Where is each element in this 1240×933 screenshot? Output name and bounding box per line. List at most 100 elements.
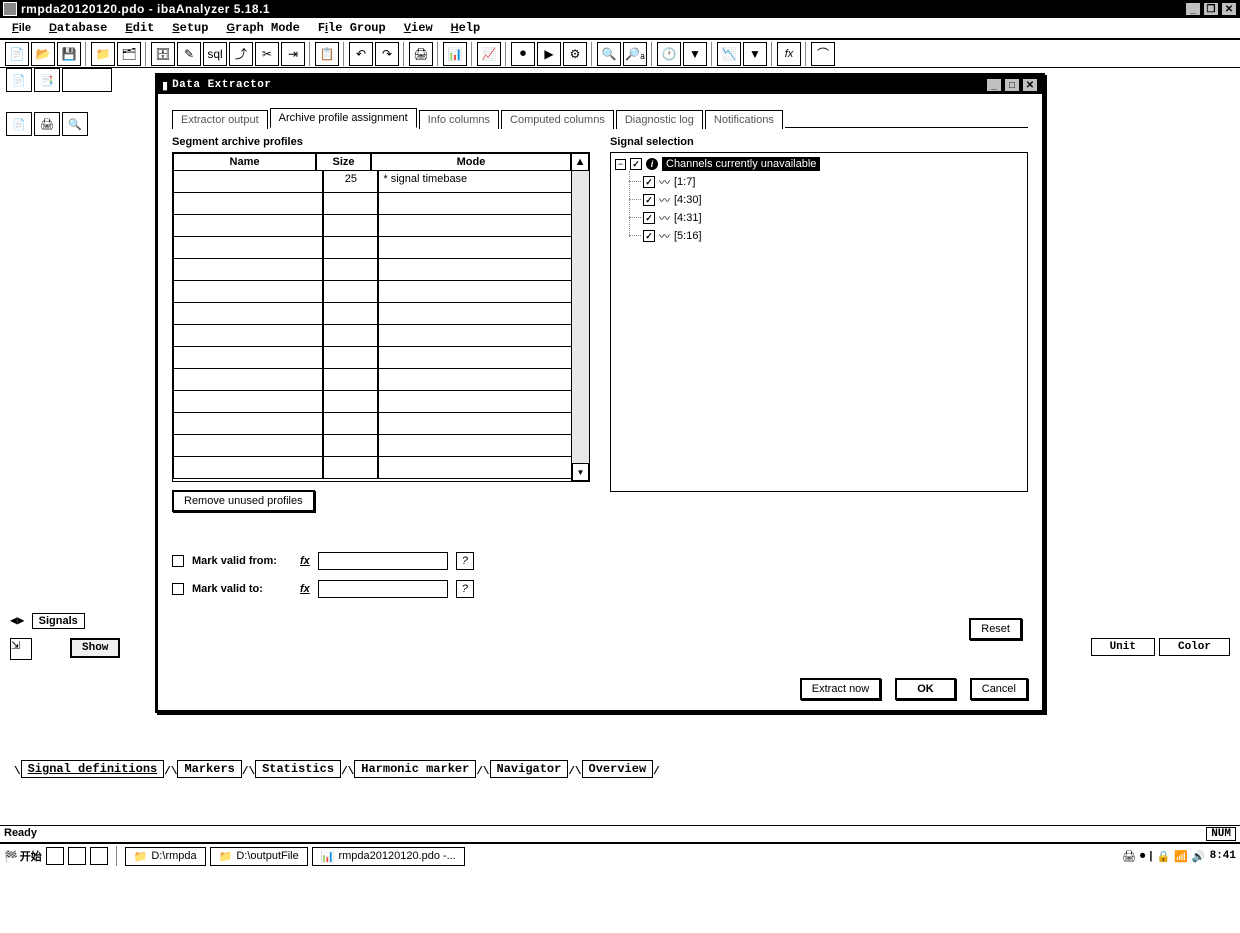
tab-diagnostic-log[interactable]: Diagnostic log	[616, 110, 703, 129]
play-icon[interactable]: ▶	[537, 42, 561, 66]
dialog-maximize-button[interactable]: □	[1004, 78, 1020, 92]
tray-icon-4[interactable]: 📶	[1174, 850, 1188, 863]
folder-db-icon[interactable]: 🗂	[117, 42, 141, 66]
table-row[interactable]	[173, 347, 589, 369]
signals-tab[interactable]: Signals	[32, 613, 85, 629]
table-body[interactable]: 25 * signal timebase ▼	[173, 171, 589, 481]
tab-archive-profile[interactable]: Archive profile assignment	[270, 108, 417, 128]
tab-navigator[interactable]: Navigator	[490, 760, 569, 778]
maximize-button[interactable]: ❐	[1203, 2, 1219, 16]
mark-from-checkbox[interactable]	[172, 555, 184, 567]
undo-icon[interactable]: ↶	[349, 42, 373, 66]
taskbar-task-2[interactable]: 📁 D:\outputFile	[210, 847, 308, 866]
db-icon[interactable]: 🗄	[151, 42, 175, 66]
config-icon[interactable]: ⚙	[563, 42, 587, 66]
edit-db-icon[interactable]: ✎	[177, 42, 201, 66]
tree-root[interactable]: − i Channels currently unavailable	[615, 157, 1023, 171]
save-icon[interactable]: 💾	[57, 42, 81, 66]
menu-graph-mode[interactable]: Graph Mode	[218, 19, 307, 37]
tab-statistics[interactable]: Statistics	[255, 760, 341, 778]
quick-launch-2[interactable]	[68, 847, 86, 865]
tree-item[interactable]: 〰[1:7]	[643, 173, 1023, 191]
scrollbar[interactable]: ▼	[571, 171, 589, 481]
cancel-button[interactable]: Cancel	[970, 678, 1028, 700]
side-field-1[interactable]	[62, 68, 112, 92]
tray-icon-2[interactable]: ⏺	[1140, 850, 1146, 863]
side-btn-1[interactable]: 📄	[6, 68, 32, 92]
tab-harmonic-marker[interactable]: Harmonic marker	[354, 760, 476, 778]
merge-icon[interactable]: ⇥	[281, 42, 305, 66]
table-row[interactable]	[173, 413, 589, 435]
tab-extractor-output[interactable]: Extractor output	[172, 110, 268, 129]
help-to-button[interactable]: ?	[456, 580, 474, 598]
table-row[interactable]	[173, 193, 589, 215]
menu-help[interactable]: Help	[443, 19, 489, 37]
fx-icon[interactable]: fx	[300, 583, 310, 595]
dialog-close-button[interactable]: ✕	[1022, 78, 1038, 92]
table-row[interactable]	[173, 457, 589, 479]
col-name[interactable]: Name	[173, 153, 316, 171]
curve-icon[interactable]: ⌒	[811, 42, 835, 66]
tab-markers[interactable]: Markers	[177, 760, 241, 778]
menu-setup[interactable]: Setup	[164, 19, 216, 37]
tree-root-label[interactable]: Channels currently unavailable	[662, 157, 820, 171]
fx-icon[interactable]: fx	[777, 42, 801, 66]
graph-icon[interactable]: 📉	[717, 42, 741, 66]
side-btn-2[interactable]: 📑	[34, 68, 60, 92]
tree-item-checkbox[interactable]	[643, 230, 655, 242]
table-row[interactable]	[173, 435, 589, 457]
search-icon[interactable]: 🔍	[597, 42, 621, 66]
dialog-title-bar[interactable]: ▮ Data Extractor _ □ ✕	[158, 76, 1042, 94]
side-btn-4[interactable]: 🖨	[34, 112, 60, 136]
cut-icon[interactable]: ✂	[255, 42, 279, 66]
mark-from-input[interactable]	[318, 552, 448, 570]
tree-item-checkbox[interactable]	[643, 212, 655, 224]
menu-view[interactable]: View	[396, 19, 441, 37]
scroll-down-button[interactable]: ▼	[572, 463, 589, 481]
tab-computed-columns[interactable]: Computed columns	[501, 110, 614, 129]
folder-open-icon[interactable]: 📁	[91, 42, 115, 66]
print-icon[interactable]: 🖨	[409, 42, 433, 66]
minimize-button[interactable]: _	[1185, 2, 1201, 16]
search-all-icon[interactable]: 🔎ₐ	[623, 42, 647, 66]
table-row[interactable]: 25 * signal timebase	[173, 171, 589, 193]
close-button[interactable]: ✕	[1221, 2, 1237, 16]
tree-collapse-icon[interactable]: −	[615, 159, 626, 170]
fx-icon[interactable]: fx	[300, 555, 310, 567]
show-button[interactable]: Show	[70, 638, 120, 658]
tree-item-checkbox[interactable]	[643, 194, 655, 206]
taskbar-task-1[interactable]: 📁 D:\rmpda	[125, 847, 206, 866]
export-icon[interactable]: ⤴	[229, 42, 253, 66]
tree-item[interactable]: 〰[4:30]	[643, 191, 1023, 209]
mark-to-checkbox[interactable]	[172, 583, 184, 595]
down-icon[interactable]: ▼	[683, 42, 707, 66]
redo-icon[interactable]: ↷	[375, 42, 399, 66]
taskbar-clock[interactable]: 8:41	[1210, 850, 1236, 862]
open-icon[interactable]: 📂	[31, 42, 55, 66]
tree-item[interactable]: 〰[5:16]	[643, 227, 1023, 245]
tab-notifications[interactable]: Notifications	[705, 110, 783, 129]
clock-icon[interactable]: 🕐	[657, 42, 681, 66]
signal-tree[interactable]: − i Channels currently unavailable 〰[1:7…	[610, 152, 1028, 492]
chart-icon[interactable]: 📈	[477, 42, 501, 66]
side-btn-3[interactable]: 📄	[6, 112, 32, 136]
table-row[interactable]	[173, 259, 589, 281]
table-row[interactable]	[173, 237, 589, 259]
col-mode[interactable]: Mode	[371, 153, 571, 171]
tab-signal-definitions[interactable]: Signal definitions	[21, 760, 165, 778]
scroll-up-button[interactable]: ▲	[571, 153, 589, 171]
menu-database[interactable]: Database	[41, 19, 115, 37]
col-size[interactable]: Size	[316, 153, 371, 171]
copy-icon[interactable]: 📋	[315, 42, 339, 66]
table-row[interactable]	[173, 303, 589, 325]
tab-overview[interactable]: Overview	[582, 760, 654, 778]
taskbar-task-3[interactable]: 📊 rmpda20120120.pdo -...	[312, 847, 465, 866]
extract-now-button[interactable]: Extract now	[800, 678, 881, 700]
mark-to-input[interactable]	[318, 580, 448, 598]
start-button[interactable]: 🏁 开始	[4, 848, 42, 864]
table-row[interactable]	[173, 391, 589, 413]
new-icon[interactable]: 📄	[5, 42, 29, 66]
quick-launch-3[interactable]	[90, 847, 108, 865]
expand-icon[interactable]: ⇲	[10, 638, 32, 660]
tray-icon-5[interactable]: 🔊	[1192, 850, 1206, 863]
